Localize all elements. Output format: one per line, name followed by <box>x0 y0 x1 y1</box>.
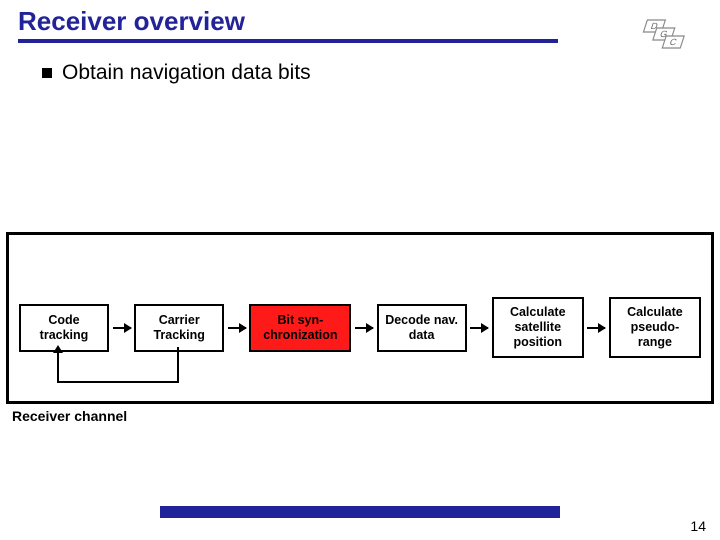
page-number: 14 <box>690 518 706 534</box>
dgc-logo: D G C <box>634 18 696 50</box>
node-decode-nav: Decode nav. data <box>377 304 467 352</box>
arrow-icon <box>470 327 488 329</box>
node-carrier-tracking: Carrier Tracking <box>134 304 224 352</box>
receiver-channel-box: Code tracking Carrier Tracking Bit syn-c… <box>6 232 714 404</box>
node-code-tracking: Code tracking <box>19 304 109 352</box>
arrow-icon <box>228 327 246 329</box>
footer-accent-bar <box>160 506 560 518</box>
node-calc-sat-pos: Calculate satellite position <box>492 297 584 358</box>
bullet-obtain-nav-data: Obtain navigation data bits <box>0 43 720 85</box>
slide-title: Receiver overview <box>18 6 558 43</box>
arrow-icon <box>113 327 131 329</box>
receiver-channel-label: Receiver channel <box>12 408 127 424</box>
bullet-square-icon <box>42 68 52 78</box>
arrow-icon <box>587 327 605 329</box>
feedback-arrow <box>57 357 179 383</box>
pipeline-flow: Code tracking Carrier Tracking Bit syn-c… <box>19 297 701 358</box>
node-bit-sync: Bit syn-chronization <box>249 304 351 352</box>
node-calc-pseudorange: Calculate pseudo-range <box>609 297 701 358</box>
arrow-icon <box>355 327 373 329</box>
